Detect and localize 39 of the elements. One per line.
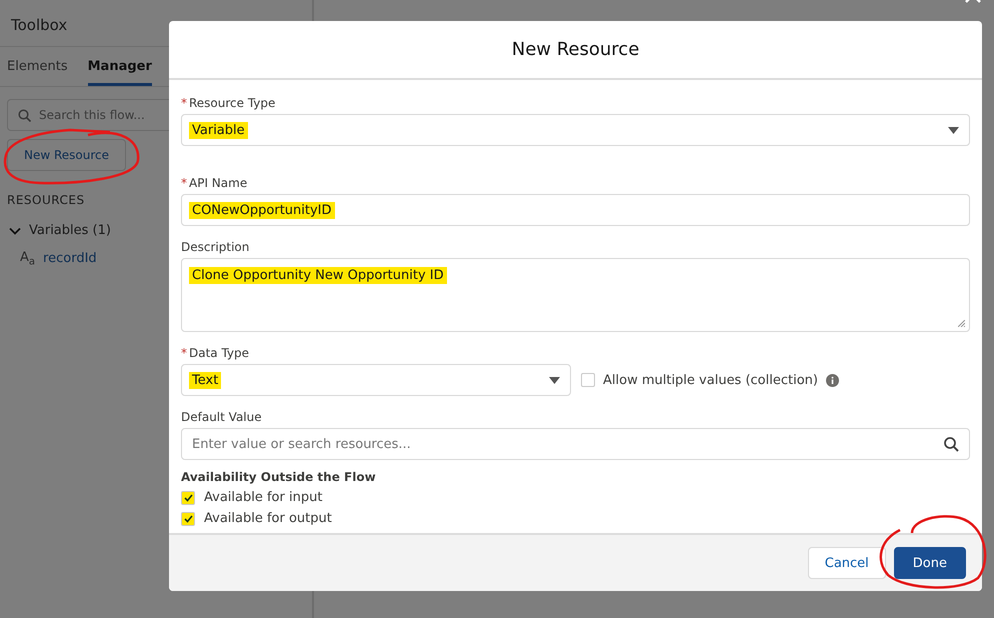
check-icon bbox=[184, 514, 192, 522]
field-label: * API Name bbox=[181, 176, 248, 190]
done-button[interactable]: Done bbox=[894, 547, 966, 579]
checkbox[interactable] bbox=[181, 490, 195, 504]
search-icon bbox=[18, 108, 31, 122]
select-field[interactable]: Variable bbox=[181, 114, 970, 146]
field-label: * Data Type bbox=[181, 346, 250, 360]
checkbox-label: Available for input bbox=[204, 490, 322, 505]
field-label: Default Value bbox=[181, 410, 263, 424]
new-resource-button[interactable]: New Resource bbox=[7, 139, 126, 171]
info-icon[interactable] bbox=[826, 374, 839, 386]
section-heading: Availability Outside the Flow bbox=[181, 470, 377, 484]
input-field[interactable]: CONewOpportunityID bbox=[181, 194, 970, 226]
field-value: Variable bbox=[189, 122, 248, 138]
text-type-icon: A$_{a}$ bbox=[20, 250, 36, 268]
dropdown-caret-icon bbox=[948, 126, 959, 134]
cancel-button[interactable]: Cancel bbox=[808, 547, 886, 579]
field-value: CONewOpportunityID bbox=[189, 202, 335, 218]
checkbox-label: Allow multiple values (collection) bbox=[603, 372, 818, 388]
check-icon bbox=[184, 494, 192, 502]
textarea-field[interactable]: Clone Opportunity New Opportunity ID bbox=[181, 258, 970, 332]
tab[interactable]: Elements bbox=[7, 47, 68, 86]
select-field[interactable]: Text bbox=[181, 364, 571, 396]
section-heading: RESOURCES bbox=[7, 193, 86, 207]
field-value: Text bbox=[189, 372, 222, 388]
dropdown-caret-icon bbox=[549, 376, 560, 384]
field-value: Clone Opportunity New Opportunity ID bbox=[189, 267, 447, 284]
checkbox[interactable] bbox=[181, 512, 195, 526]
field-label: * Resource Type bbox=[181, 96, 276, 110]
tree-item[interactable]: Variables (1) bbox=[29, 223, 111, 238]
search-icon bbox=[944, 436, 959, 452]
tree-item[interactable]: recordId bbox=[43, 251, 97, 266]
search-field[interactable]: Enter value or search resources... bbox=[181, 428, 970, 460]
checkbox-label: Available for output bbox=[204, 511, 332, 526]
resize-handle-icon[interactable] bbox=[958, 320, 965, 327]
checkbox[interactable] bbox=[581, 373, 595, 387]
tab[interactable]: Manager bbox=[88, 47, 152, 86]
modal-title: New Resource bbox=[169, 21, 982, 80]
field-label: Description bbox=[181, 240, 250, 254]
